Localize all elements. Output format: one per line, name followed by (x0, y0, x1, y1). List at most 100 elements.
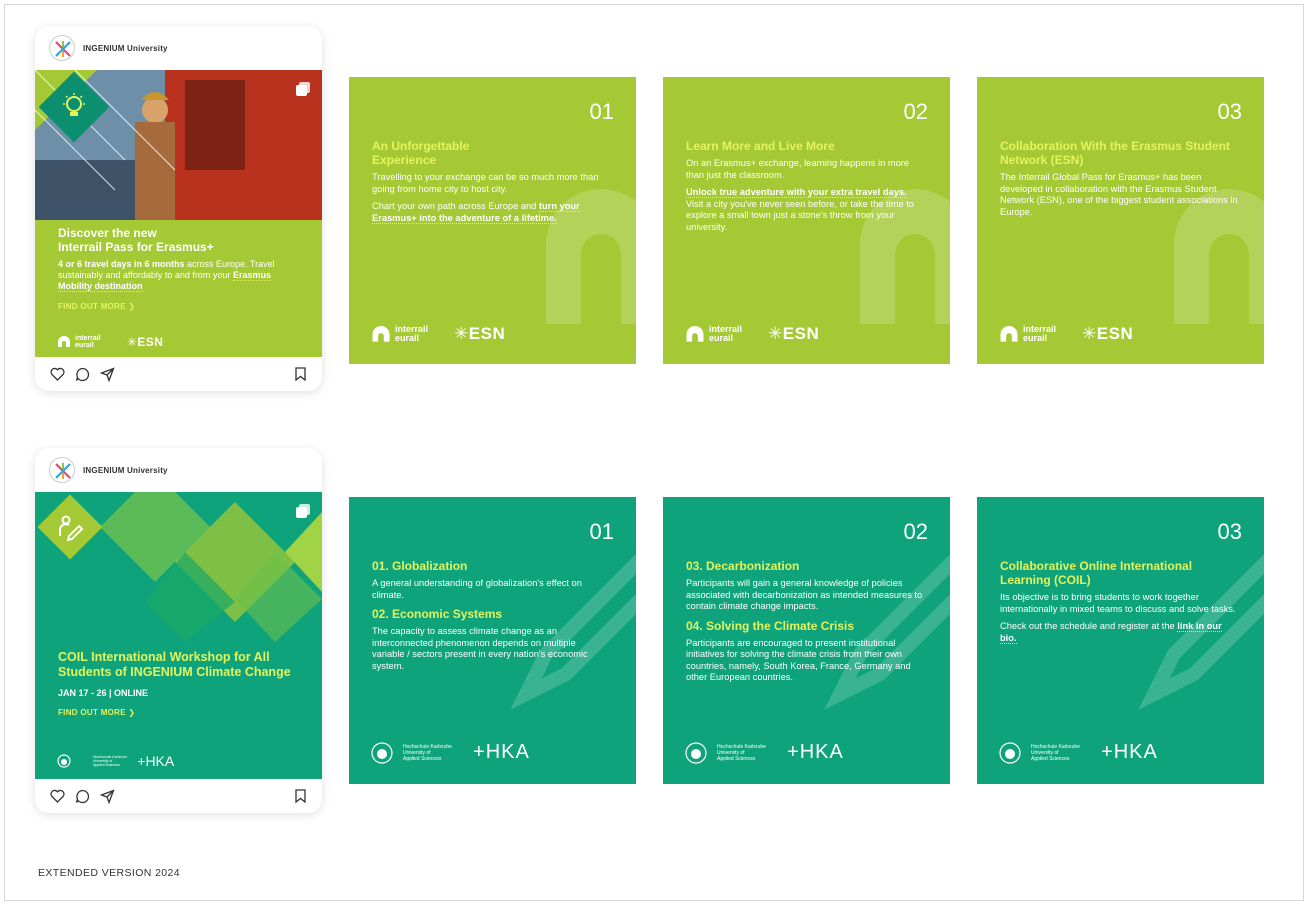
slide-number: 03 (1217, 99, 1242, 124)
version-label: EXTENDED VERSION 2024 (38, 867, 181, 879)
interrail-icon (372, 325, 390, 342)
slide-logos: Hochschule Karlsruhe University of Appli… (685, 741, 844, 764)
slide-interrail-02: 02 Learn More and Live More On an Erasmu… (663, 77, 950, 364)
slide-paragraph: On an Erasmus+ exchange, learning happen… (686, 158, 910, 180)
post-image: COIL International Workshop for All Stud… (35, 492, 322, 779)
slide-interrail-03: 03 Collaboration With the Erasmus Studen… (977, 77, 1264, 364)
slide-body: 01. Globalization A general understandin… (372, 559, 610, 678)
slide-title: Collaborative Online International Learn… (1000, 559, 1193, 587)
slide-logos: interrail eurail ✳ESN (999, 324, 1133, 344)
slide-body: Collaborative Online International Learn… (1000, 559, 1238, 650)
slide-paragraph: The Interrail Global Pass for Erasmus+ h… (1000, 172, 1238, 217)
slide-number: 03 (1217, 519, 1242, 544)
find-out-more-link[interactable]: FIND OUT MORE ❯ (58, 708, 292, 717)
interrail-icon (58, 336, 70, 347)
comment-icon[interactable] (74, 788, 90, 804)
person-pencil-icon (59, 515, 84, 542)
slide-paragraph: Unlock true adventure with your extra tr… (686, 187, 914, 232)
post-image: Discover the new Interrail Pass for Eras… (35, 70, 322, 357)
hska-seal-icon (57, 754, 71, 768)
lightbulb-icon (63, 93, 85, 116)
slide-number: 01 (589, 519, 614, 544)
slide-title: An Unforgettable Experience (372, 139, 470, 167)
slide-title: Learn More and Live More (686, 139, 835, 153)
interrail-logo: interrail eurail (371, 325, 428, 343)
slide-logos: Hochschule Karlsruhe University of Appli… (999, 741, 1158, 764)
ingenium-logo-avatar[interactable] (49, 457, 75, 483)
hka-logo: +HKA (473, 741, 530, 763)
interrail-logo: interrail eurail (57, 335, 101, 349)
hka-logo: +HKA (137, 753, 175, 769)
slide-paragraph: Chart your own path across Europe and tu… (372, 201, 580, 224)
heart-icon[interactable] (49, 366, 65, 382)
slide-coil-01: 01 01. Globalization A general understan… (349, 497, 636, 784)
post-logos: interrail eurail ✳ESN (57, 335, 163, 349)
event-dates: JAN 17 - 26 | ONLINE (58, 688, 149, 698)
slide-logos: Hochschule Karlsruhe University of Appli… (371, 741, 530, 764)
interrail-icon (1000, 325, 1018, 342)
carousel-icon (296, 82, 310, 96)
slide-body: An Unforgettable Experience Travelling t… (372, 139, 610, 230)
slide-paragraph: Its objective is to bring students to wo… (1000, 592, 1236, 614)
hska-text: Hochschule Karlsruhe University of Appli… (717, 743, 766, 762)
account-name[interactable]: INGENIUM University (83, 466, 168, 475)
interrail-logo: interrail eurail (685, 325, 742, 343)
slide-title: 02. Economic Systems (372, 607, 503, 621)
slide-number: 02 (903, 99, 928, 124)
slide-paragraph: Participants will gain a general knowled… (686, 578, 923, 611)
hska-text: Hochschule Karlsruhe University of Appli… (93, 755, 128, 767)
post-headline: Discover the new Interrail Pass for Eras… (58, 226, 214, 254)
esn-logo: ✳ESN (126, 335, 164, 349)
hska-text: Hochschule Karlsruhe University of Appli… (1031, 743, 1080, 762)
share-icon[interactable] (99, 788, 115, 804)
bookmark-icon[interactable] (292, 788, 308, 804)
account-name[interactable]: INGENIUM University (83, 44, 168, 53)
slide-body: Collaboration With the Erasmus Student N… (1000, 139, 1238, 224)
hska-seal-icon (371, 741, 393, 764)
post-logos: Hochschule Karlsruhe University of Appli… (57, 753, 174, 769)
slide-coil-03: 03 Collaborative Online International Le… (977, 497, 1264, 784)
ingenium-logo-avatar[interactable] (49, 35, 75, 61)
heart-icon[interactable] (49, 788, 65, 804)
slide-paragraph: The capacity to assess climate change as… (372, 626, 588, 671)
slide-title: 04. Solving the Climate Crisis (686, 618, 855, 633)
instagram-post-interrail[interactable]: INGENIUM University Discover the new Int… (35, 26, 322, 391)
post-actions (35, 357, 322, 391)
esn-logo: ✳ESN (454, 324, 506, 343)
post-headline: COIL International Workshop for All Stud… (58, 650, 291, 679)
slide-interrail-01: 01 An Unforgettable Experience Travellin… (349, 77, 636, 364)
esn-logo: ✳ESN (768, 324, 820, 343)
slide-logos: interrail eurail ✳ESN (371, 324, 505, 344)
post-actions (35, 779, 322, 813)
esn-logo: ✳ESN (1082, 324, 1134, 343)
slide-body: Learn More and Live More On an Erasmus+ … (686, 139, 924, 239)
post-text: 4 or 6 travel days in 6 months across Eu… (58, 259, 275, 292)
slide-title: 01. Globalization (372, 559, 468, 573)
slide-coil-02: 02 03. Decarbonization Participants will… (663, 497, 950, 784)
share-icon[interactable] (99, 366, 115, 382)
comment-icon[interactable] (74, 366, 90, 382)
slide-paragraph: A general understanding of globalization… (372, 578, 582, 600)
interrail-icon (686, 325, 704, 342)
slide-paragraph: Travelling to your exchange can be so mu… (372, 172, 599, 194)
post-header: INGENIUM University (35, 448, 322, 492)
slide-number: 02 (903, 519, 928, 544)
hka-logo: +HKA (787, 741, 844, 763)
carousel-icon (296, 504, 310, 518)
interrail-logo: interrail eurail (999, 325, 1056, 343)
slide-paragraph: Check out the schedule and register at t… (1000, 621, 1222, 644)
hka-logo: +HKA (1101, 741, 1158, 763)
slide-title: Collaboration With the Erasmus Student N… (1000, 139, 1230, 167)
find-out-more-link[interactable]: FIND OUT MORE ❯ (58, 302, 304, 311)
slide-title: 03. Decarbonization (686, 559, 800, 573)
slide-number: 01 (589, 99, 614, 124)
hska-seal-icon (685, 741, 707, 764)
slide-paragraph: Participants are encouraged to present i… (686, 637, 911, 683)
instagram-post-coil[interactable]: INGENIUM University COIL International W… (35, 448, 322, 813)
post-header: INGENIUM University (35, 26, 322, 70)
slide-logos: interrail eurail ✳ESN (685, 324, 819, 344)
slide-body: 03. Decarbonization Participants will ga… (686, 559, 924, 690)
bookmark-icon[interactable] (292, 366, 308, 382)
hska-text: Hochschule Karlsruhe University of Appli… (403, 743, 452, 762)
hska-seal-icon (999, 741, 1021, 764)
